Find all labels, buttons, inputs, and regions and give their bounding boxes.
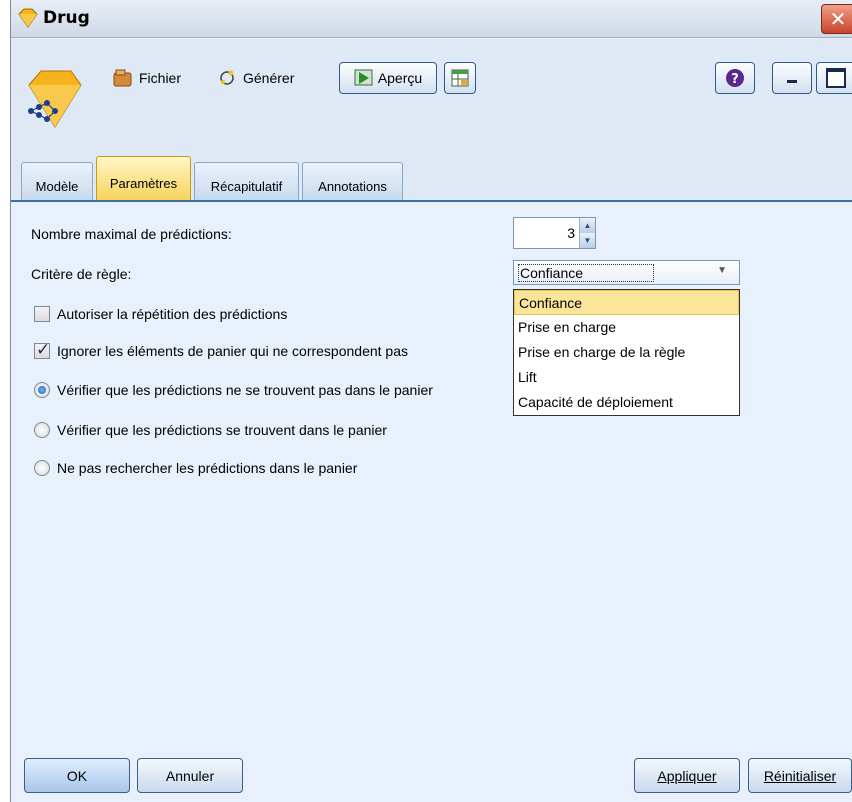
minimize-button[interactable] [772,62,812,94]
radio-in-basket[interactable] [34,422,50,438]
tab-parametres[interactable]: Paramètres [96,156,191,200]
help-icon: ? [726,69,744,87]
cancel-button[interactable]: Annuler [137,758,243,793]
preview-play-icon [354,69,373,86]
spinner-up-icon[interactable]: ▲ [580,218,595,233]
ok-button[interactable]: OK [24,758,130,793]
window-title: Drug [43,8,90,28]
tab-recapitulatif[interactable]: Récapitulatif [194,162,299,200]
close-button[interactable]: ✕ [821,4,852,34]
ignore-unmatched-label: Ignorer les éléments de panier qui ne co… [57,343,408,359]
reset-label: Réinitialiser [763,767,837,784]
tab-modele[interactable]: Modèle [21,162,93,200]
table-icon [451,69,469,87]
checkmark-icon: ✓ [36,340,51,360]
radio-selected-dot [38,386,46,394]
radio-in-basket-label: Vérifier que les prédictions se trouvent… [57,422,387,438]
spinner-down-icon[interactable]: ▼ [580,233,595,248]
rule-criterion-label: Critère de règle: [31,266,132,282]
ignore-unmatched-checkbox[interactable]: ✓ [34,340,51,360]
rule-criterion-selected: Confiance [518,264,655,282]
radio-not-in-basket-label: Vérifier que les prédictions ne se trouv… [57,382,433,398]
spinner-arrows[interactable]: ▲ ▼ [579,218,595,248]
rule-criterion-dropdown[interactable]: Confiance Prise en charge Prise en charg… [513,289,740,416]
max-predictions-value: 3 [567,225,575,241]
tab-bar: Modèle Paramètres Récapitulatif Annotati… [11,154,852,202]
option-capacite-deploiement[interactable]: Capacité de déploiement [514,390,739,415]
association-model-icon [28,70,82,128]
fichier-menu[interactable]: Fichier [113,63,181,93]
allow-repeat-checkbox[interactable] [34,306,50,322]
minimize-icon [787,80,797,83]
generer-label: Générer [243,70,295,86]
rule-criterion-select[interactable]: Confiance ▼ [513,260,740,285]
option-prise-en-charge[interactable]: Prise en charge [514,315,739,340]
title-bar: Drug ✕ [11,0,852,38]
maximize-button[interactable] [816,62,852,94]
apply-label: Appliquer [657,767,717,784]
radio-not-in-basket[interactable] [34,382,50,398]
allow-repeat-label: Autoriser la répétition des prédictions [57,306,288,322]
max-predictions-label: Nombre maximal de prédictions: [31,226,232,242]
toolbar: Fichier Générer Aperçu ? [11,39,852,154]
tab-annotations[interactable]: Annotations [302,162,403,200]
radio-no-check-label: Ne pas rechercher les prédictions dans l… [57,460,358,476]
chevron-down-icon: ▼ [717,265,727,276]
option-confiance[interactable]: Confiance [514,290,739,315]
settings-panel: Nombre maximal de prédictions: 3 ▲ ▼ Cri… [11,204,852,802]
generer-menu[interactable]: Générer [217,63,294,93]
apercu-label: Aperçu [377,70,423,86]
svg-text:?: ? [731,72,739,87]
max-predictions-spinner[interactable]: 3 ▲ ▼ [513,217,596,249]
sparkle-icon [220,70,234,85]
apply-button[interactable]: Appliquer [634,758,740,793]
maximize-icon [826,68,846,88]
help-button[interactable]: ? [715,62,755,94]
radio-no-check[interactable] [34,460,50,476]
option-prise-en-charge-regle[interactable]: Prise en charge de la règle [514,340,739,365]
drug-window: Drug ✕ Fichier Générer Aperçu ? Modèle P… [10,0,852,802]
apercu-button[interactable]: Aperçu [339,62,437,94]
diamond-icon [18,8,38,28]
reset-button[interactable]: Réinitialiser [748,758,852,793]
fichier-label: Fichier [139,70,182,86]
option-lift[interactable]: Lift [514,365,739,390]
table-view-button[interactable] [444,62,476,94]
folder-icon [113,69,132,87]
